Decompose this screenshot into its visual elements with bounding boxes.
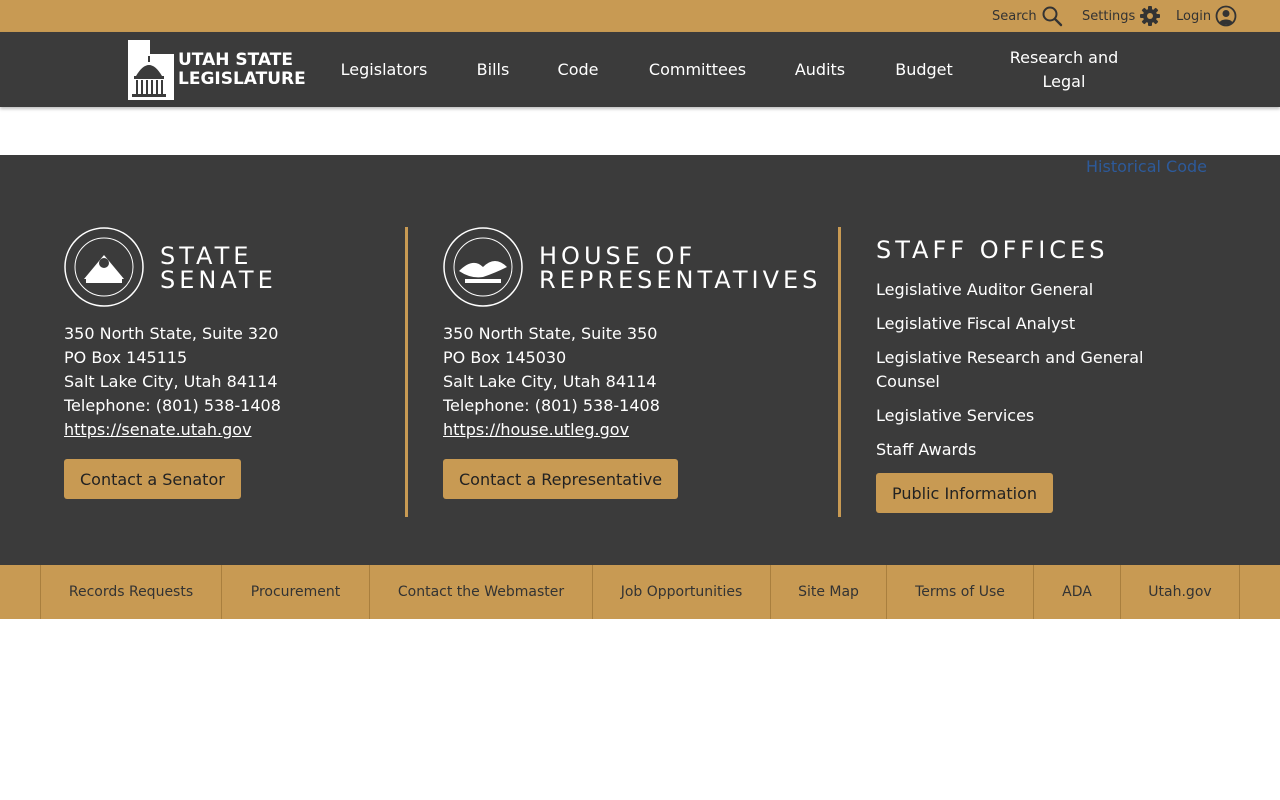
nav-legislators[interactable]: Legislators [331,32,437,107]
contact-representative-button[interactable]: Contact a Representative [443,459,679,499]
senate-phone: Telephone: (801) 538-1408 [64,396,281,415]
nav-bills[interactable]: Bills [466,32,520,107]
main-navigation: UTAH STATE LEGISLATURE Legislators Bills… [0,32,1280,107]
senate-title-line-2: SENATE [160,266,277,294]
column-divider [405,227,408,517]
site-logo[interactable]: UTAH STATE LEGISLATURE [128,40,306,100]
logo-line-2: LEGISLATURE [178,69,306,89]
footer-link-terms-of-use[interactable]: Terms of Use [886,565,1033,619]
nav-budget[interactable]: Budget [886,32,962,107]
capitol-icon [128,40,174,100]
footer-link-ada[interactable]: ADA [1033,565,1120,619]
senate-title-line-1: STATE [160,242,253,270]
senate-seal-icon [64,227,144,307]
footer-links-bar: Records Requests Procurement Contact the… [0,565,1280,619]
settings-label: Settings [1082,8,1136,24]
senate-title: STATE SENATE [160,244,277,292]
footer-link-procurement[interactable]: Procurement [221,565,369,619]
house-address-line-1: 350 North State, Suite 350 [443,324,658,343]
footer-link-site-map[interactable]: Site Map [770,565,886,619]
search-link[interactable]: Search [992,0,1063,32]
house-seal-icon [443,227,523,307]
house-phone: Telephone: (801) 538-1408 [443,396,660,415]
house-title: HOUSE OF REPRESENTATIVES [539,244,821,292]
utility-bar: Search Settings Login [0,0,1280,32]
user-icon [1215,5,1237,27]
house-website-link[interactable]: https://house.utleg.gov [443,420,629,439]
staff-link-fiscal-analyst[interactable]: Legislative Fiscal Analyst [876,312,1075,336]
house-address: 350 North State, Suite 350 PO Box 145030… [443,322,660,442]
nav-committees[interactable]: Committees [640,32,755,107]
login-label: Login [1176,8,1212,24]
nav-research-and-legal[interactable]: Research and Legal [1000,32,1128,107]
staff-link-research-general-counsel[interactable]: Legislative Research and General Counsel [876,346,1166,394]
staff-offices-title: STAFF OFFICES [876,236,1109,264]
column-divider [838,227,841,517]
nav-code[interactable]: Code [548,32,608,107]
gear-icon [1140,6,1161,26]
staff-link-legislative-services[interactable]: Legislative Services [876,404,1034,428]
site-footer: Historical Code STATE SENATE 350 North S… [0,155,1280,565]
footer-links-divider [1239,565,1240,619]
search-label: Search [992,8,1037,24]
search-icon [1042,6,1062,27]
house-city: Salt Lake City, Utah 84114 [443,372,657,391]
staff-link-staff-awards[interactable]: Staff Awards [876,438,976,462]
footer-link-contact-webmaster[interactable]: Contact the Webmaster [369,565,592,619]
house-address-line-2: PO Box 145030 [443,348,567,367]
senate-city: Salt Lake City, Utah 84114 [64,372,278,391]
login-link[interactable]: Login [1176,0,1237,32]
contact-senator-button[interactable]: Contact a Senator [64,459,241,499]
house-title-line-2: REPRESENTATIVES [539,266,822,294]
senate-address-line-2: PO Box 145115 [64,348,188,367]
senate-website-link[interactable]: https://senate.utah.gov [64,420,252,439]
footer-link-records-requests[interactable]: Records Requests [40,565,221,619]
nav-audits[interactable]: Audits [786,32,854,107]
staff-link-auditor-general[interactable]: Legislative Auditor General [876,278,1093,302]
logo-line-1: UTAH STATE [178,50,293,70]
footer-link-job-opportunities[interactable]: Job Opportunities [592,565,770,619]
house-title-line-1: HOUSE OF [539,242,697,270]
logo-wordmark: UTAH STATE LEGISLATURE [178,51,306,89]
senate-address-line-1: 350 North State, Suite 320 [64,324,279,343]
historical-code-link[interactable]: Historical Code [1086,157,1207,176]
senate-address: 350 North State, Suite 320 PO Box 145115… [64,322,281,442]
footer-link-utah-gov[interactable]: Utah.gov [1120,565,1239,619]
settings-link[interactable]: Settings [1082,0,1161,32]
public-information-button[interactable]: Public Information [876,473,1054,513]
